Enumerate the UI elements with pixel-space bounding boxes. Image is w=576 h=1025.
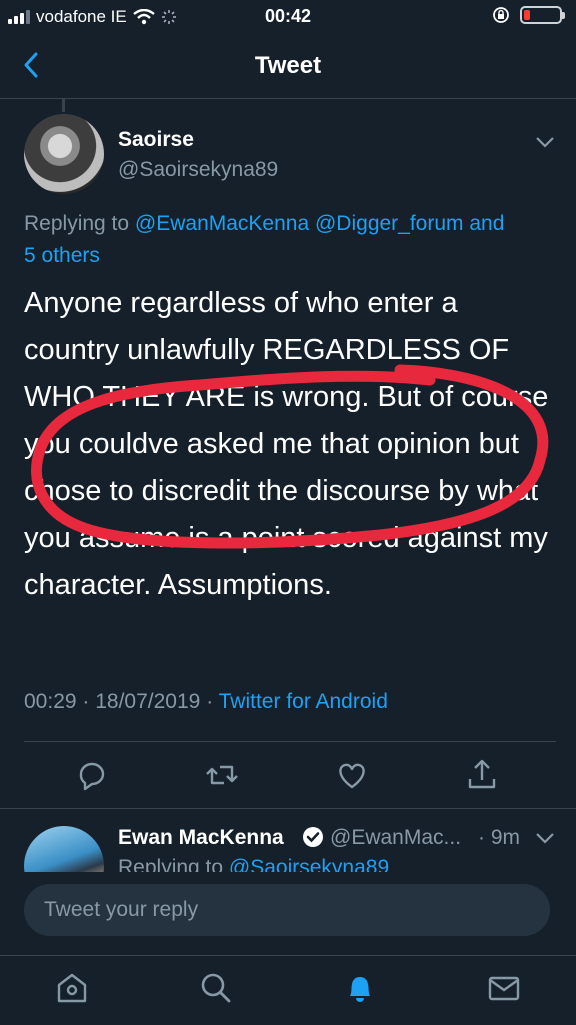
replying-others[interactable]: 5 others [24,244,100,267]
chevron-down-icon[interactable] [534,830,556,846]
battery-icon [520,6,565,24]
replying-prefix: Replying to [24,212,130,235]
page-title: Tweet [254,52,322,79]
divider [0,808,576,809]
status-indicators [492,6,565,24]
home-icon[interactable] [54,970,90,1006]
avatar[interactable] [24,114,104,194]
replying-mentions[interactable]: @EwanMacKenna @Digger_forum [135,212,464,235]
tweet-date: 18/07/2019 [95,690,201,713]
tweet-actions [0,755,576,795]
reply-author-handle[interactable]: @EwanMac... [330,826,461,850]
replying-to: Replying to @EwanMacKenna @Digger_forum … [24,208,554,272]
chevron-down-icon[interactable] [534,134,556,150]
messages-icon[interactable] [486,970,522,1006]
thread-line [62,98,65,112]
share-icon[interactable] [462,755,502,795]
tab-bar [0,955,576,1025]
notifications-icon[interactable] [342,970,378,1006]
tweet-source[interactable]: Twitter for Android [219,690,388,713]
verified-badge-icon [303,827,323,847]
status-bar: vodafone IE 00:42 [0,0,576,34]
divider [24,741,556,742]
nav-bar: Tweet [0,34,576,99]
status-time: 00:42 [264,6,312,26]
search-icon[interactable] [198,970,234,1006]
retweet-icon[interactable] [202,755,242,795]
replying-and[interactable]: and [469,212,504,235]
tweet-meta: 00:29 · 18/07/2019 · Twitter for Android [24,690,388,713]
reply-input-placeholder[interactable]: Tweet your reply [44,898,198,922]
tweet-text: Anyone regardless of who enter a country… [24,287,549,601]
author-name[interactable]: Saoirse [118,128,194,152]
reply-icon[interactable] [72,755,112,795]
author-handle[interactable]: @Saoirsekyna89 [118,158,278,182]
tweet-time: 00:29 [24,690,77,713]
like-icon[interactable] [332,755,372,795]
orientation-lock-icon [493,7,509,23]
reply-age: · 9m [478,826,520,849]
reply-author-name[interactable]: Ewan MacKenna [118,826,284,850]
